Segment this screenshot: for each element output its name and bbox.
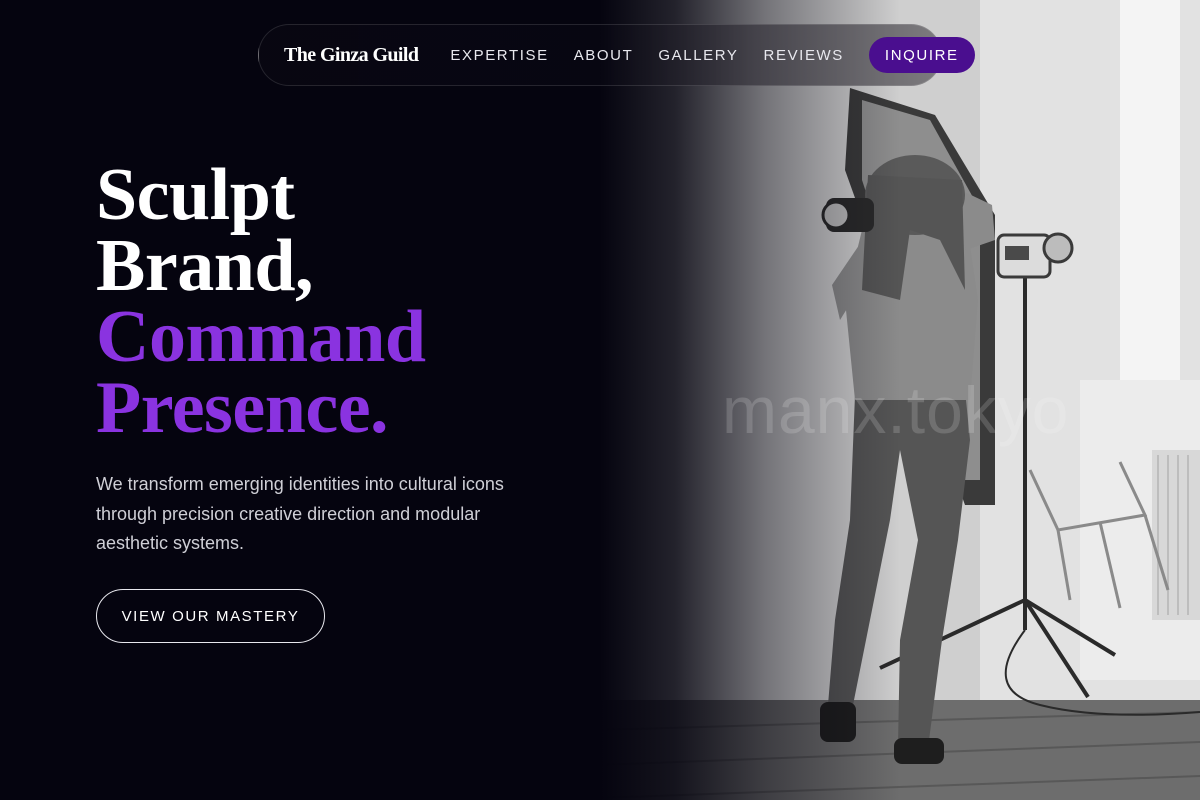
view-our-mastery-button[interactable]: VIEW OUR MASTERY (96, 589, 325, 643)
top-nav: The Ginza Guild EXPERTISE ABOUT GALLERY … (258, 24, 975, 86)
hero-subcopy: We transform emerging identities into cu… (96, 474, 504, 553)
nav-link-reviews[interactable]: REVIEWS (764, 47, 844, 64)
watermark-text: manx.tokyo (722, 373, 1070, 447)
inquire-button[interactable]: INQUIRE (868, 37, 975, 73)
headline-line-presence: Presence. (96, 367, 389, 449)
headline-line-command: Command (96, 296, 426, 378)
headline-line-brand: Brand, (96, 225, 314, 307)
hero-headline: Sculpt Brand, Command Presence. (96, 154, 426, 449)
brand-logo[interactable]: The Ginza Guild (284, 44, 419, 67)
nav-link-expertise[interactable]: EXPERTISE (450, 47, 548, 64)
nav-link-gallery[interactable]: GALLERY (658, 47, 738, 64)
nav-link-about[interactable]: ABOUT (574, 47, 634, 64)
headline-line-sculpt: Sculpt (96, 154, 295, 236)
